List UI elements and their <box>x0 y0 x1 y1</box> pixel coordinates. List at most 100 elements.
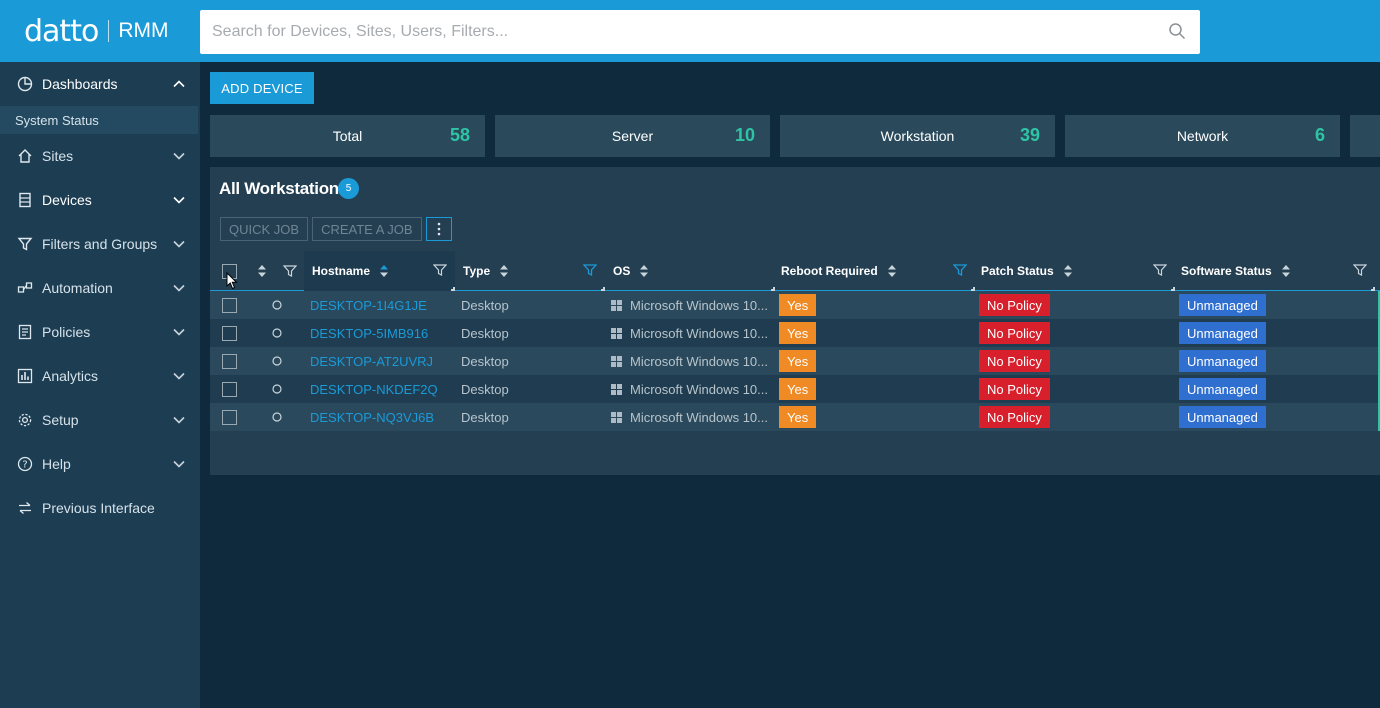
stat-overflow[interactable] <box>1350 115 1380 157</box>
patch-cell: No Policy <box>979 375 1050 403</box>
table-row[interactable]: DESKTOP-NQ3VJ6B Desktop Microsoft Windows … <box>210 403 1380 431</box>
table-row[interactable]: DESKTOP-1I4G1JE Desktop Microsoft Windows … <box>210 291 1380 319</box>
table-row[interactable]: DESKTOP-NKDEF2Q Desktop Microsoft Windows … <box>210 375 1380 403</box>
column-hostname[interactable]: Hostname <box>304 251 455 291</box>
sidebar-item-label: Filters and Groups <box>42 236 158 252</box>
sidebar-item-filters-and-groups[interactable]: Filters and Groups <box>0 222 200 266</box>
sidebar-item-label: Devices <box>42 192 92 208</box>
reboot-required-badge: Yes <box>779 406 817 428</box>
row-select-cell <box>222 291 237 319</box>
windows-icon <box>611 355 622 367</box>
table-row[interactable]: DESKTOP-5IMB916 Desktop Microsoft Windows … <box>210 319 1380 347</box>
stat-workstation[interactable]: Workstation 39 <box>780 115 1055 157</box>
stat-total[interactable]: Total 58 <box>210 115 485 157</box>
stat-server[interactable]: Server 10 <box>495 115 770 157</box>
row-checkbox[interactable] <box>222 409 237 425</box>
hostname-link[interactable]: DESKTOP-1I4G1JE <box>310 291 427 319</box>
reboot-required-badge: Yes <box>779 322 817 344</box>
type-cell: Desktop <box>461 381 509 397</box>
chevron-down-icon[interactable] <box>172 193 186 207</box>
more-actions-button[interactable] <box>425 217 452 241</box>
sidebar-item-analytics[interactable]: Analytics <box>0 354 200 398</box>
os-cell: Microsoft Windows 10... <box>611 403 768 431</box>
reboot-cell: Yes <box>779 291 817 319</box>
row-checkbox[interactable] <box>222 381 237 397</box>
filter-icon[interactable] <box>433 263 447 277</box>
help-icon: ? <box>16 455 34 473</box>
chevron-down-icon[interactable] <box>172 325 186 339</box>
logo-divider <box>108 20 110 42</box>
chevron-down-icon[interactable] <box>172 369 186 383</box>
search-icon[interactable] <box>1168 22 1186 40</box>
stat-label: Network <box>1176 128 1229 144</box>
datto-rmm-logo[interactable]: datto RMM <box>24 14 168 49</box>
row-select-cell <box>222 319 237 347</box>
column-os[interactable]: OS <box>605 251 775 291</box>
row-checkbox[interactable] <box>222 325 237 341</box>
stat-network[interactable]: Network 6 <box>1065 115 1340 157</box>
status-filter[interactable] <box>283 251 297 291</box>
reboot-cell: Yes <box>779 375 817 403</box>
hostname-link[interactable]: DESKTOP-AT2UVRJ <box>310 347 433 375</box>
patch-status-badge: No Policy <box>979 350 1050 372</box>
analytics-icon <box>16 367 34 385</box>
os-name: Microsoft Windows 10... <box>630 297 768 313</box>
chevron-down-icon[interactable] <box>172 149 186 163</box>
column-software-status[interactable]: Software Status <box>1175 251 1375 291</box>
chevron-down-icon[interactable] <box>172 413 186 427</box>
sidebar-item-dashboards[interactable]: Dashboards <box>0 62 200 106</box>
column-reboot-required[interactable]: Reboot Required <box>775 251 975 291</box>
chevron-down-icon[interactable] <box>172 281 186 295</box>
sidebar-item-help[interactable]: ? Help <box>0 442 200 486</box>
workstations-panel: All Workstations 5 QUICK JOB CREATE A JO… <box>210 167 1380 475</box>
chevron-down-icon[interactable] <box>172 457 186 471</box>
chevron-up-icon[interactable] <box>172 77 186 91</box>
column-patch-status[interactable]: Patch Status <box>975 251 1175 291</box>
count-badge: 5 <box>338 178 359 199</box>
sidebar: Dashboards System Status Sites Devices F… <box>0 62 200 708</box>
type-cell: Desktop <box>461 297 509 313</box>
sidebar-subitem-system-status[interactable]: System Status <box>0 106 198 134</box>
device-stats: Total 58 Server 10 Workstation 39 Networ… <box>210 115 1380 157</box>
status-cell <box>272 375 282 403</box>
filter-icon[interactable] <box>1353 263 1367 277</box>
sidebar-item-setup[interactable]: Setup <box>0 398 200 442</box>
sidebar-item-automation[interactable]: Automation <box>0 266 200 310</box>
sidebar-item-policies[interactable]: Policies <box>0 310 200 354</box>
hostname-link[interactable]: DESKTOP-5IMB916 <box>310 319 428 347</box>
sort-icon[interactable] <box>1281 264 1291 278</box>
stat-label: Workstation <box>880 128 955 144</box>
sidebar-item-previous-interface[interactable]: Previous Interface <box>0 486 200 530</box>
stat-label: Server <box>611 128 654 144</box>
offline-status-icon <box>272 412 282 422</box>
software-status-badge: Unmanaged <box>1179 378 1266 400</box>
os-name: Microsoft Windows 10... <box>630 409 768 425</box>
sidebar-item-label: Analytics <box>42 368 99 384</box>
home-icon <box>16 147 34 165</box>
quick-job-button[interactable]: QUICK JOB <box>220 217 309 241</box>
sort-icon[interactable] <box>1063 264 1073 278</box>
create-job-button[interactable]: CREATE A JOB <box>312 217 422 241</box>
sort-ascending-icon[interactable] <box>379 264 389 278</box>
sidebar-item-devices[interactable]: Devices <box>0 178 200 222</box>
sort-icon[interactable] <box>887 264 897 278</box>
offline-status-icon <box>272 384 282 394</box>
chevron-down-icon[interactable] <box>172 237 186 251</box>
search-input[interactable] <box>200 10 1150 54</box>
reboot-required-badge: Yes <box>779 378 817 400</box>
row-checkbox[interactable] <box>222 353 237 369</box>
row-checkbox[interactable] <box>222 297 237 313</box>
add-device-button[interactable]: ADD DEVICE <box>210 72 314 104</box>
table-row[interactable]: DESKTOP-AT2UVRJ Desktop Microsoft Windows … <box>210 347 1380 375</box>
sidebar-item-sites[interactable]: Sites <box>0 134 200 178</box>
column-type[interactable]: Type <box>455 251 605 291</box>
status-sort[interactable] <box>257 251 267 291</box>
sort-icon[interactable] <box>639 264 649 278</box>
software-status-badge: Unmanaged <box>1179 350 1266 372</box>
filter-icon[interactable] <box>1153 263 1167 277</box>
filter-active-icon[interactable] <box>583 263 597 277</box>
hostname-link[interactable]: DESKTOP-NQ3VJ6B <box>310 403 434 431</box>
sort-icon[interactable] <box>499 264 509 278</box>
filter-active-icon[interactable] <box>953 263 967 277</box>
hostname-link[interactable]: DESKTOP-NKDEF2Q <box>310 375 438 403</box>
